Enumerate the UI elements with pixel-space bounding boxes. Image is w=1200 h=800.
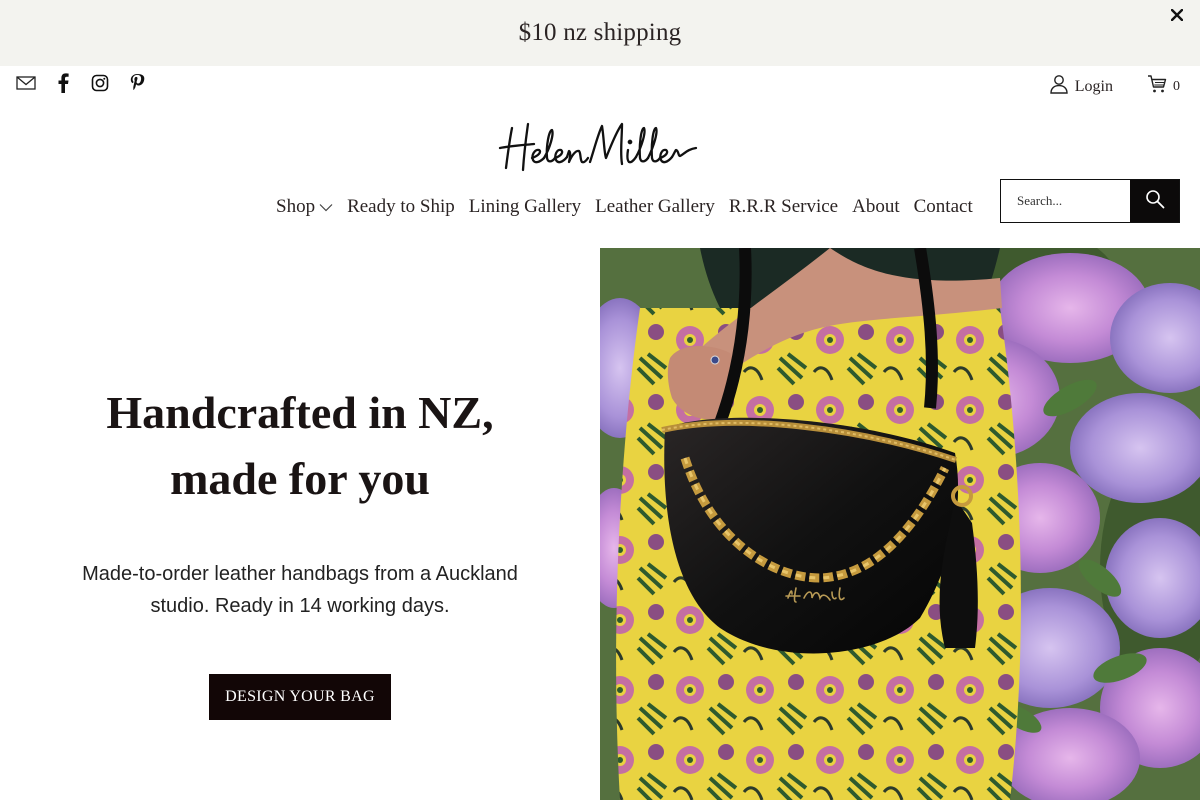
- header-utilities: Login 0: [1049, 74, 1180, 99]
- nav-label: Ready to Ship: [347, 196, 455, 217]
- login-label: Login: [1074, 77, 1113, 95]
- nav-label: About: [852, 196, 900, 217]
- nav-item-ready-to-ship[interactable]: Ready to Ship: [347, 196, 455, 218]
- nav-label: Lining Gallery: [468, 196, 582, 217]
- hero-title-line2: made for you: [170, 453, 430, 504]
- nav-item-contact[interactable]: Contact: [914, 196, 973, 218]
- hero-image: [600, 248, 1200, 800]
- instagram-icon[interactable]: [90, 72, 110, 94]
- search-input[interactable]: [1001, 180, 1130, 222]
- nav-label: Contact: [913, 196, 973, 217]
- user-icon: [1049, 74, 1069, 99]
- helen-miller-logo[interactable]: [498, 118, 704, 176]
- search-form: [1000, 179, 1180, 223]
- email-icon[interactable]: [16, 72, 36, 94]
- nav-item-rrr-service[interactable]: R.R.R Service: [729, 196, 838, 218]
- hero-subtitle: Made-to-order leather handbags from a Au…: [0, 558, 600, 622]
- cart-icon: [1147, 74, 1167, 99]
- cart-count: 0: [1173, 78, 1180, 94]
- social-links: [16, 72, 147, 94]
- nav-label: Shop: [276, 196, 316, 217]
- nav-item-lining-gallery[interactable]: Lining Gallery: [469, 196, 581, 218]
- hero-subtitle-line1: Made-to-order leather handbags from a Au…: [82, 563, 518, 585]
- nav-item-shop[interactable]: Shop: [276, 196, 333, 218]
- nav-label: Leather Gallery: [595, 196, 715, 217]
- cart-link[interactable]: 0: [1147, 74, 1180, 99]
- announcement-text: $10 nz shipping: [518, 19, 682, 46]
- design-your-bag-button[interactable]: DESIGN YOUR BAG: [209, 674, 391, 720]
- hero-title-line1: Handcrafted in NZ,: [106, 387, 494, 438]
- announcement-bar: $10 nz shipping: [0, 0, 1200, 66]
- nav-item-about[interactable]: About: [852, 196, 900, 218]
- pinterest-icon[interactable]: [127, 72, 147, 94]
- close-icon[interactable]: [1166, 4, 1188, 26]
- main-nav: Shop Ready to Ship Lining Gallery Leathe…: [276, 196, 973, 218]
- search-button[interactable]: [1130, 180, 1179, 222]
- login-link[interactable]: Login: [1049, 74, 1113, 99]
- search-icon: [1145, 189, 1165, 214]
- nav-label: R.R.R Service: [728, 196, 839, 217]
- chevron-down-icon: [319, 196, 333, 218]
- hero-title: Handcrafted in NZ, made for you: [0, 380, 600, 512]
- hero-subtitle-line2: studio. Ready in 14 working days.: [150, 595, 450, 617]
- nav-item-leather-gallery[interactable]: Leather Gallery: [595, 196, 715, 218]
- facebook-icon[interactable]: [53, 72, 73, 94]
